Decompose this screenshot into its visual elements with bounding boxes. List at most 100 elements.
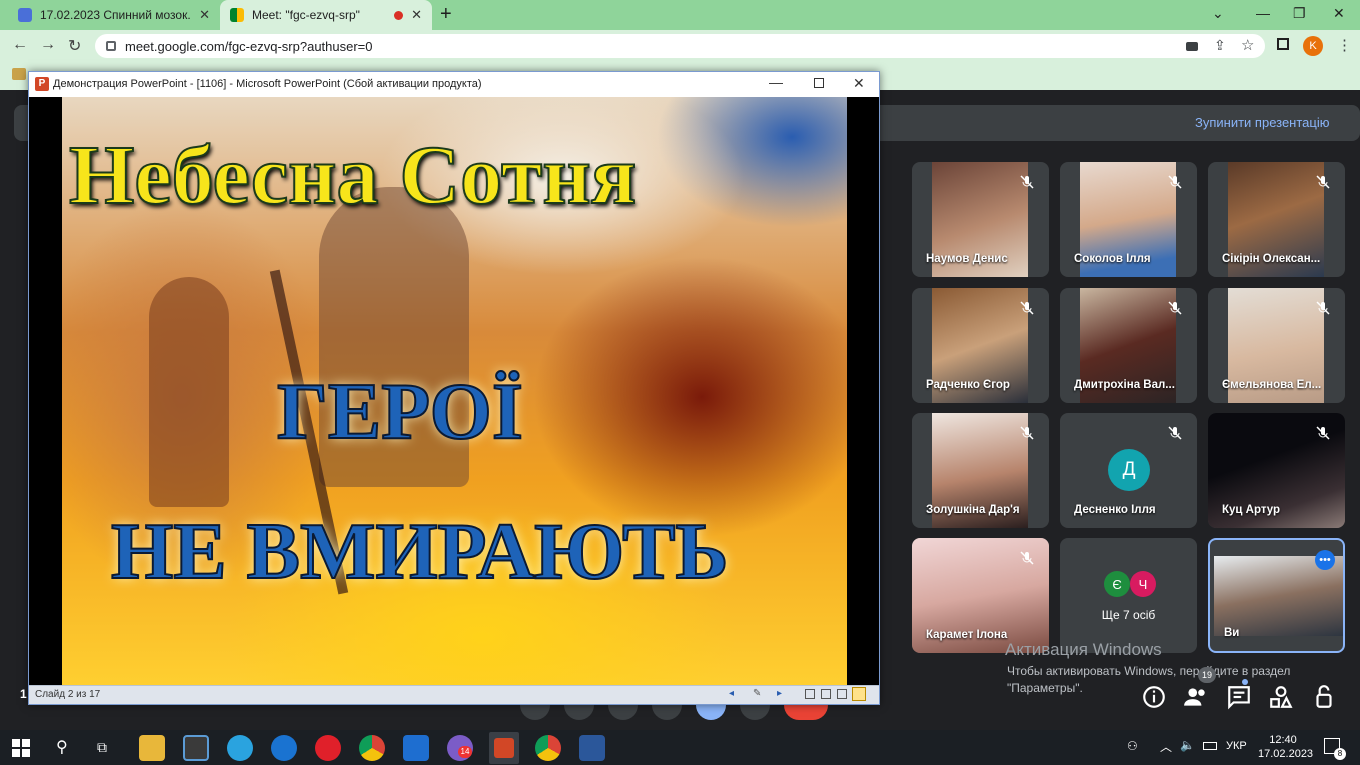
meet-favicon-icon bbox=[230, 8, 244, 22]
mic-off-icon bbox=[1020, 551, 1034, 565]
system-clock[interactable]: 12:40 17.02.2023 bbox=[1258, 733, 1314, 761]
participant-tile[interactable]: Карамет Ілона bbox=[912, 538, 1049, 653]
tab-google-meet[interactable]: Meet: "fgc-ezvq-srp" ✕ bbox=[220, 0, 432, 30]
participant-count-badge: 19 bbox=[1198, 667, 1216, 683]
tab-search-icon[interactable]: ⌄ bbox=[1212, 5, 1224, 22]
notifications-badge: 8 bbox=[1334, 748, 1346, 760]
participant-tile[interactable]: Золушкіна Дар'я bbox=[912, 413, 1049, 528]
slide-subheading: НЕ ВМИРАЮТЬ bbox=[110, 507, 729, 597]
profile-avatar[interactable]: K bbox=[1303, 36, 1323, 56]
restore-icon[interactable]: ❐ bbox=[1293, 5, 1306, 22]
bookmark-star-icon[interactable]: ☆ bbox=[1241, 36, 1254, 54]
participant-name: Наумов Денис bbox=[926, 253, 1008, 265]
powerpoint-logo-icon bbox=[494, 738, 514, 758]
share-icon[interactable]: ⇪ bbox=[1214, 37, 1226, 54]
participant-tile[interactable]: Д Десненко Ілля bbox=[1060, 413, 1197, 528]
powerpoint-window[interactable]: P Демонстрация PowerPoint - [1106] - Mic… bbox=[28, 71, 880, 705]
new-tab-icon[interactable]: + bbox=[440, 3, 452, 26]
chat-icon[interactable] bbox=[1226, 684, 1252, 710]
camera-in-use-icon[interactable] bbox=[1186, 42, 1198, 51]
previous-slide-icon[interactable]: ◂ bbox=[729, 688, 734, 699]
slide[interactable]: Небесна Сотня ГЕРОЇ НЕ ВМИРАЮТЬ bbox=[29, 97, 879, 685]
mail-icon[interactable] bbox=[403, 735, 429, 761]
battery-icon[interactable] bbox=[1203, 742, 1217, 750]
close-tab-icon[interactable]: ✕ bbox=[411, 7, 422, 23]
mic-off-icon bbox=[1020, 301, 1034, 315]
minimize-icon[interactable]: — bbox=[1256, 5, 1270, 21]
reload-icon[interactable]: ↻ bbox=[68, 36, 81, 56]
clock-time: 12:40 bbox=[1269, 734, 1297, 746]
participant-tile[interactable]: Куц Артур bbox=[1208, 413, 1345, 528]
lock-icon[interactable] bbox=[106, 41, 116, 51]
viber-badge: 14 bbox=[458, 746, 472, 758]
back-icon[interactable]: ← bbox=[12, 36, 28, 54]
apps-icon[interactable] bbox=[12, 68, 26, 80]
notes-icon[interactable]: ✎ bbox=[753, 688, 761, 699]
self-tile[interactable]: ••• Ви bbox=[1208, 538, 1345, 653]
participant-name: Десненко Ілля bbox=[1074, 504, 1156, 516]
search-icon[interactable]: ⚲ bbox=[56, 737, 68, 757]
opera-icon[interactable] bbox=[315, 735, 341, 761]
mic-off-icon bbox=[1168, 175, 1182, 189]
participant-tile[interactable]: Наумов Денис bbox=[912, 162, 1049, 277]
participant-avatar: Ч bbox=[1130, 571, 1156, 597]
clock-date: 17.02.2023 bbox=[1258, 748, 1314, 760]
more-participants-label: Ще 7 осіб bbox=[1101, 608, 1156, 622]
mic-off-icon bbox=[1316, 301, 1330, 315]
close-tab-icon[interactable]: ✕ bbox=[199, 7, 210, 23]
host-controls-icon[interactable] bbox=[1311, 684, 1337, 710]
chrome-icon[interactable] bbox=[359, 735, 385, 761]
participant-tile[interactable]: Дмитрохіна Вал... bbox=[1060, 288, 1197, 403]
people-tray-icon[interactable]: ⚇ bbox=[1127, 739, 1138, 753]
file-explorer-icon[interactable] bbox=[139, 735, 165, 761]
docs-favicon-icon bbox=[18, 8, 32, 22]
close-window-icon[interactable]: ✕ bbox=[1333, 5, 1345, 22]
telegram-icon[interactable] bbox=[227, 735, 253, 761]
normal-view-icon[interactable] bbox=[805, 689, 815, 699]
participant-tile[interactable]: Соколов Ілля bbox=[1060, 162, 1197, 277]
tab-label: 17.02.2023 Спинний мозок. bbox=[40, 8, 191, 22]
powerpoint-title: Демонстрация PowerPoint - [1106] - Micro… bbox=[53, 78, 482, 90]
show-hidden-icons[interactable]: ︿ bbox=[1160, 738, 1172, 755]
more-participants-tile[interactable]: Є Ч Ще 7 осіб bbox=[1060, 538, 1197, 653]
participant-name: Сікірін Олексан... bbox=[1222, 253, 1321, 265]
maximize-icon[interactable] bbox=[814, 78, 824, 88]
participant-name: Золушкіна Дар'я bbox=[926, 504, 1020, 516]
mic-off-icon bbox=[1168, 301, 1182, 315]
language-indicator[interactable]: УКР bbox=[1226, 740, 1247, 752]
minimize-icon[interactable]: — bbox=[769, 74, 783, 90]
close-icon[interactable]: ✕ bbox=[853, 75, 865, 92]
chrome-active-icon[interactable] bbox=[535, 735, 561, 761]
task-view-icon[interactable]: ⧉ bbox=[97, 739, 107, 756]
powerpoint-app-icon: P bbox=[35, 77, 49, 91]
tab-google-docs[interactable]: 17.02.2023 Спинний мозок. ✕ bbox=[8, 0, 220, 30]
slideshow-view-icon[interactable] bbox=[852, 687, 866, 701]
slide-sorter-icon[interactable] bbox=[821, 689, 831, 699]
store-icon[interactable] bbox=[183, 735, 209, 761]
mic-off-icon bbox=[1020, 175, 1034, 189]
meeting-info-icon[interactable] bbox=[1141, 684, 1167, 710]
word-icon[interactable] bbox=[579, 735, 605, 761]
reading-view-icon[interactable] bbox=[837, 689, 847, 699]
slide-counter: Слайд 2 из 17 bbox=[35, 689, 101, 700]
next-slide-icon[interactable]: ▸ bbox=[777, 688, 782, 699]
participant-tile[interactable]: Радченко Єгор bbox=[912, 288, 1049, 403]
side-panel-icon[interactable] bbox=[1277, 38, 1289, 50]
participant-tile[interactable]: Ємельянова Ел... bbox=[1208, 288, 1345, 403]
url-text: meet.google.com/fgc-ezvq-srp?authuser=0 bbox=[125, 39, 373, 54]
people-icon[interactable] bbox=[1183, 684, 1209, 710]
menu-icon[interactable]: ⋮ bbox=[1337, 36, 1352, 54]
edge-icon[interactable] bbox=[271, 735, 297, 761]
windows-activation-title: Активация Windows bbox=[1005, 640, 1162, 659]
mic-off-icon bbox=[1316, 175, 1330, 189]
start-icon[interactable] bbox=[12, 739, 30, 757]
participant-tile[interactable]: Сікірін Олексан... bbox=[1208, 162, 1345, 277]
more-options-icon[interactable]: ••• bbox=[1315, 550, 1335, 570]
forward-icon[interactable]: → bbox=[40, 36, 56, 54]
activities-icon[interactable] bbox=[1268, 684, 1294, 710]
stop-presenting-button[interactable]: Зупинити презентацію bbox=[1195, 115, 1329, 130]
volume-icon[interactable]: 🔈 bbox=[1180, 738, 1195, 752]
slide-heading: ГЕРОЇ bbox=[276, 367, 524, 457]
powerpoint-statusbar: Слайд 2 из 17 ◂ ✎ ▸ bbox=[29, 685, 879, 704]
participant-name: Куц Артур bbox=[1222, 504, 1281, 516]
